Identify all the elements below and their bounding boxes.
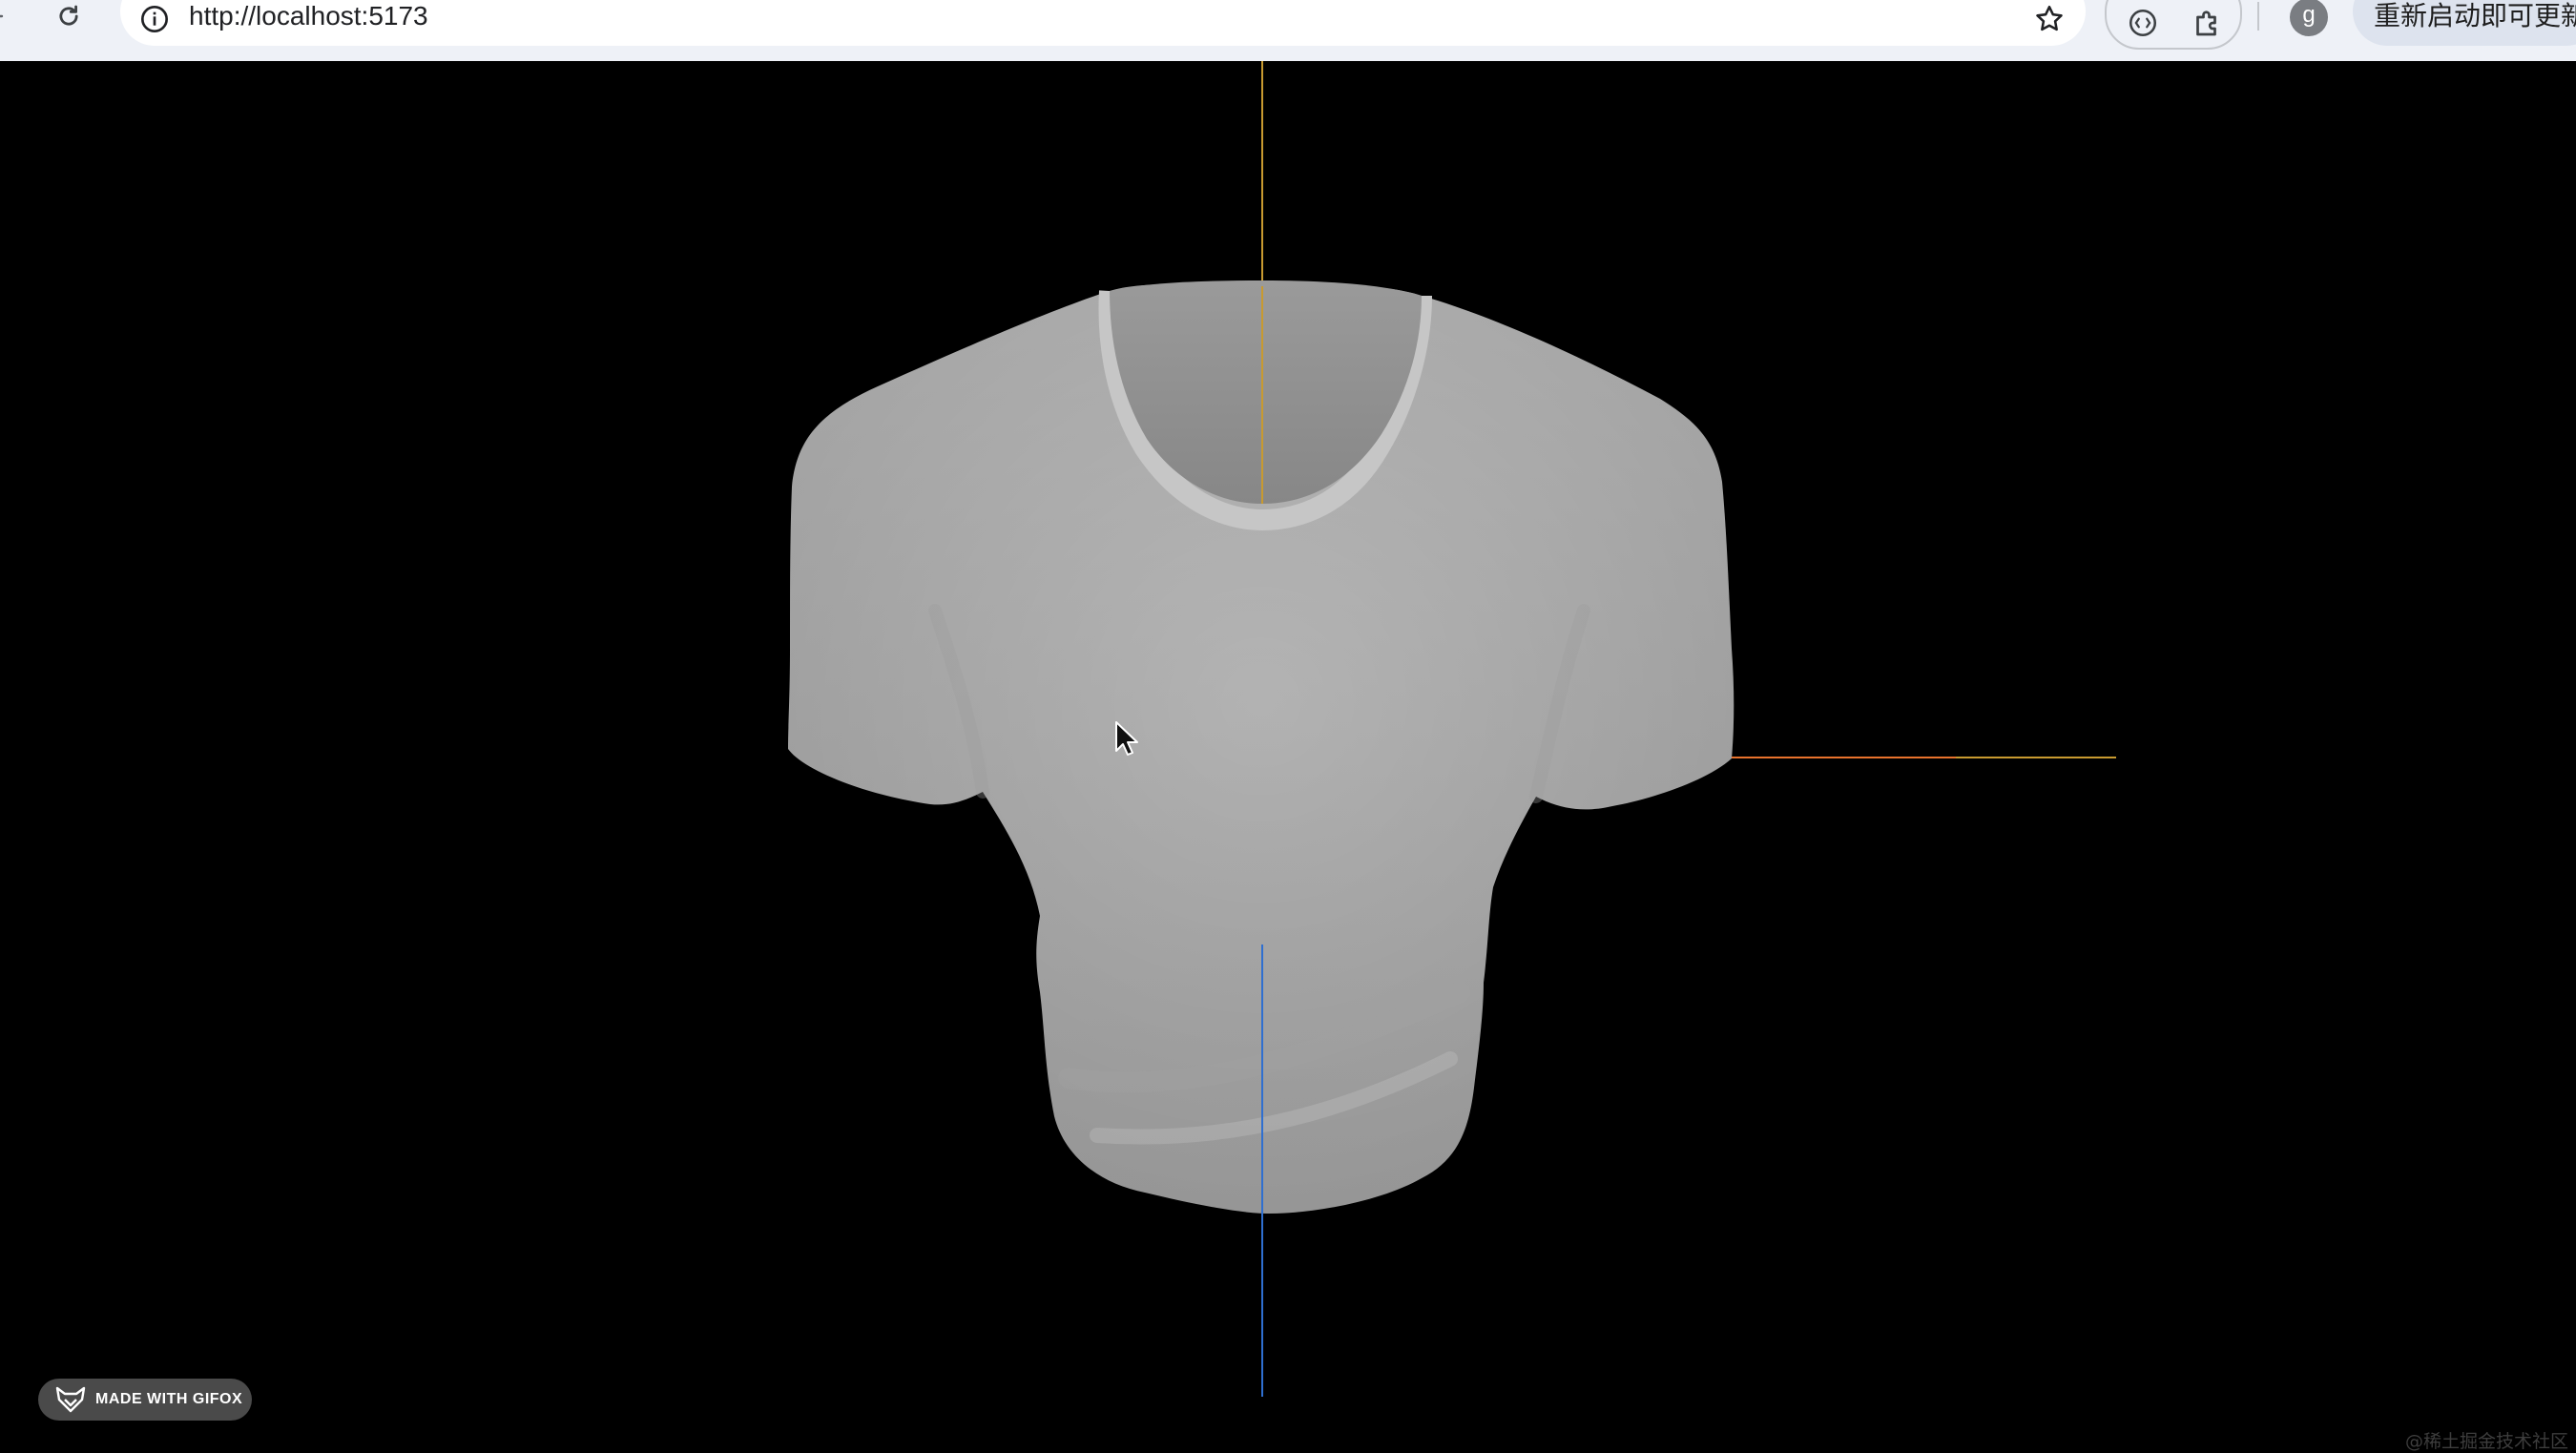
back-button[interactable]: [0, 0, 17, 32]
gifox-badge-text: MADE WITH GIFOX: [95, 1391, 243, 1407]
url-text[interactable]: http://localhost:5173: [189, 0, 428, 32]
browser-toolbar: http://localhost:5173 g 重新启动即可更新: [0, 0, 2576, 61]
scene-render: [788, 61, 2116, 1397]
puzzle-icon: [2196, 10, 2216, 36]
extension-button[interactable]: [2122, 2, 2164, 44]
site-info-icon: [141, 6, 168, 32]
reload-icon: [59, 5, 78, 26]
address-bar[interactable]: http://localhost:5173: [120, 0, 2086, 46]
tshirt-model: [788, 280, 1735, 1214]
extension-icon: [2129, 9, 2157, 37]
extensions-group: [2105, 0, 2242, 50]
threejs-canvas[interactable]: MADE WITH GIFOX @稀土掘金技术社区: [0, 61, 2576, 1452]
site-info-button[interactable]: [134, 0, 176, 40]
relaunch-update-button[interactable]: 重新启动即可更新: [2353, 0, 2576, 46]
extensions-menu-button[interactable]: [2187, 2, 2229, 44]
back-icon: [0, 14, 4, 18]
relaunch-update-label: 重新启动即可更新: [2374, 1, 2576, 31]
profile-avatar[interactable]: g: [2290, 0, 2328, 36]
juejin-watermark: @稀土掘金技术社区: [2404, 1431, 2568, 1452]
bookmark-star-icon: [2036, 5, 2063, 31]
reload-button[interactable]: [46, 0, 92, 32]
toolbar-separator: [2257, 2, 2259, 31]
fox-logo-icon: [55, 1386, 86, 1413]
gifox-badge: MADE WITH GIFOX: [38, 1379, 252, 1421]
bookmark-button[interactable]: [2028, 0, 2070, 40]
